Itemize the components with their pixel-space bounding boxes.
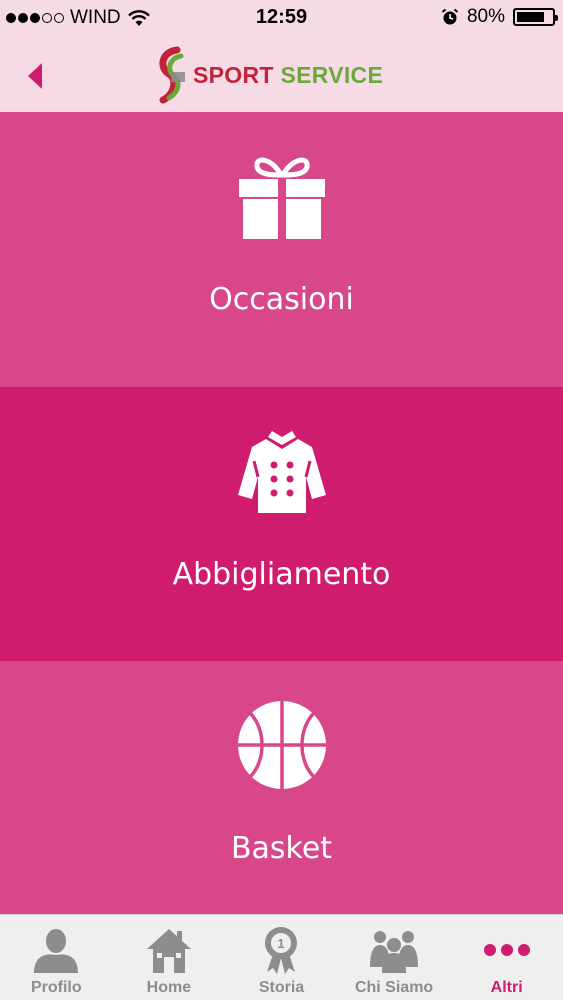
tab-home[interactable]: Home: [113, 915, 226, 1000]
menu-item-abbigliamento[interactable]: Abbigliamento: [0, 387, 563, 661]
status-bar: WIND 12:59 80%: [0, 0, 563, 36]
menu-item-label: Occasioni: [209, 282, 354, 317]
chevron-left-icon: [28, 63, 42, 89]
tab-label: Home: [146, 979, 192, 996]
tab-label: Storia: [258, 979, 305, 996]
menu-item-basket[interactable]: Basket: [0, 661, 563, 914]
tab-chi-siamo[interactable]: Chi Siamo: [338, 915, 451, 1000]
tab-profilo[interactable]: Profilo: [0, 915, 113, 1000]
tab-bar: Profilo Home 1 Storia Chi Siamo Altri: [0, 914, 563, 1000]
person-icon: [34, 929, 79, 973]
menu-item-label: Basket: [230, 831, 333, 866]
house-icon: [146, 929, 191, 973]
sport-service-logo: SPORT SERVICE: [155, 46, 383, 104]
nav-bar: SPORT SERVICE: [0, 36, 563, 112]
logo-text: SPORT SERVICE: [193, 62, 383, 89]
logo-mark-icon: [159, 46, 185, 104]
award-icon: 1: [265, 927, 298, 974]
battery-percent: 80%: [466, 6, 505, 27]
alarm-icon: [441, 8, 459, 25]
basketball-icon: [237, 701, 326, 789]
status-right: 80%: [441, 6, 558, 28]
tab-label: Altri: [490, 979, 523, 996]
tab-label: Profilo: [30, 979, 82, 996]
logo-word-sport: SPORT: [193, 61, 274, 88]
back-button[interactable]: [24, 56, 64, 96]
tab-storia[interactable]: 1 Storia: [225, 915, 338, 1000]
jacket-icon: [237, 431, 326, 513]
menu-item-label: Abbigliamento: [172, 557, 391, 592]
tab-label: Chi Siamo: [354, 979, 434, 996]
battery-icon: [513, 8, 558, 26]
more-icon: [483, 944, 530, 956]
people-icon: [370, 931, 419, 973]
logo-word-service: SERVICE: [280, 61, 384, 88]
tab-altri[interactable]: Altri: [450, 915, 563, 1000]
menu-item-occasioni[interactable]: Occasioni: [0, 112, 563, 387]
gift-icon: [238, 157, 325, 239]
svg-text:1: 1: [278, 936, 285, 951]
